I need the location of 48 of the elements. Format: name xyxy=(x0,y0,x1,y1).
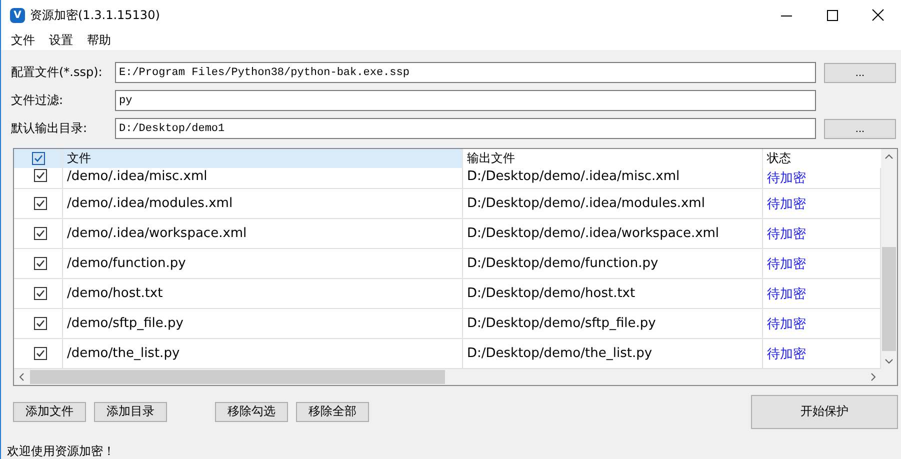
action-button[interactable]: 移除全部 xyxy=(296,402,369,422)
input-field[interactable]: py xyxy=(115,90,816,111)
column-header[interactable]: 状态 xyxy=(763,149,881,168)
window-title: 资源加密(1.3.1.15130) xyxy=(30,6,161,24)
menu-item[interactable]: 文件 xyxy=(4,32,42,48)
checkbox[interactable] xyxy=(34,197,46,210)
browse-button[interactable]: ... xyxy=(824,118,896,138)
checkbox[interactable] xyxy=(34,317,46,330)
scrollbar-thumb[interactable] xyxy=(30,370,445,384)
menu-item[interactable]: 帮助 xyxy=(80,32,118,48)
table-cell: /demo/host.txt xyxy=(63,279,463,308)
table-cell: /demo/sftp_file.py xyxy=(63,309,463,338)
checkbox[interactable] xyxy=(34,287,46,300)
field-label: 默认输出目录: xyxy=(11,120,88,137)
table-cell: D:/Desktop/demo/host.txt xyxy=(463,279,763,308)
checkbox[interactable] xyxy=(34,169,46,182)
table-cell: D:/Desktop/demo/the_list.py xyxy=(463,339,763,368)
close-icon xyxy=(872,9,884,21)
field-label: 文件过滤: xyxy=(11,92,64,109)
input-field[interactable]: E:/Program Files/Python38/python-bak.exe.ssp xyxy=(115,62,816,83)
app-icon: V xyxy=(10,8,25,22)
scrollbar-thumb[interactable] xyxy=(882,247,896,351)
action-button[interactable]: 添加目录 xyxy=(94,402,167,422)
checkbox[interactable] xyxy=(34,347,46,360)
column-header[interactable]: 输出文件 xyxy=(463,149,763,168)
table-cell: /demo/.idea/misc.xml xyxy=(63,168,463,188)
table-cell: /demo/function.py xyxy=(63,249,463,278)
table-cell: /demo/the_list.py xyxy=(63,339,463,368)
table-cell: D:/Desktop/demo/.idea/workspace.xml xyxy=(463,219,763,248)
column-header[interactable]: 文件 xyxy=(63,149,463,168)
table-cell: D:/Desktop/demo/.idea/misc.xml xyxy=(463,168,763,188)
checkbox[interactable] xyxy=(34,257,46,270)
browse-button[interactable]: ... xyxy=(824,62,896,82)
start-button[interactable]: 开始保护 xyxy=(751,394,898,428)
table-cell: D:/Desktop/demo/sftp_file.py xyxy=(463,309,763,338)
table-cell: /demo/.idea/modules.xml xyxy=(63,189,463,218)
action-button[interactable]: 移除勾选 xyxy=(215,402,288,422)
maximize-icon xyxy=(826,10,838,20)
table-cell: D:/Desktop/demo/.idea/modules.xml xyxy=(463,189,763,218)
action-button[interactable]: 添加文件 xyxy=(13,402,86,422)
checkbox[interactable] xyxy=(32,152,44,165)
checkbox[interactable] xyxy=(34,227,46,240)
table-cell: /demo/.idea/workspace.xml xyxy=(63,219,463,248)
table-cell: D:/Desktop/demo/function.py xyxy=(463,249,763,278)
status-message: 欢迎使用资源加密！ xyxy=(6,443,116,459)
menu-item[interactable]: 设置 xyxy=(42,32,80,48)
field-label: 配置文件(*.ssp): xyxy=(11,64,104,81)
input-field[interactable]: D:/Desktop/demo1 xyxy=(115,118,816,139)
